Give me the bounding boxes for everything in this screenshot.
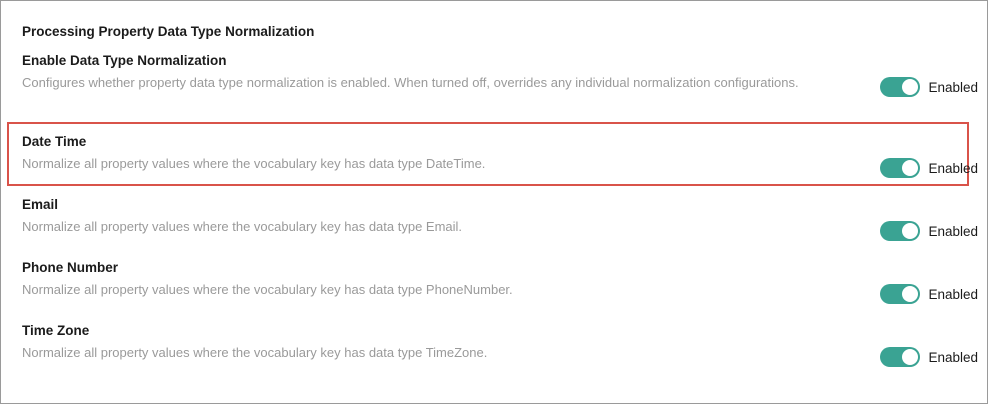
- email-toggle[interactable]: Enabled: [880, 221, 978, 241]
- toggle-knob: [902, 223, 919, 239]
- toggle-switch[interactable]: [880, 158, 921, 178]
- toggle-switch[interactable]: [880, 77, 921, 97]
- toggle-state-label: Enabled: [928, 160, 978, 176]
- toggle-state-label: Enabled: [928, 286, 978, 302]
- setting-date-time: Date Time Normalize all property values …: [22, 133, 967, 173]
- setting-title: Date Time: [22, 134, 87, 149]
- toggle-switch[interactable]: [880, 347, 921, 367]
- enable-normalization-toggle[interactable]: Enabled: [880, 77, 978, 97]
- setting-description: Normalize all property values where the …: [22, 282, 513, 297]
- setting-phone-number: Phone Number Normalize all property valu…: [22, 259, 967, 299]
- setting-title: Enable Data Type Normalization: [22, 53, 227, 68]
- time-zone-toggle[interactable]: Enabled: [880, 347, 978, 367]
- section-title: Processing Property Data Type Normalizat…: [22, 24, 315, 39]
- toggle-knob: [902, 160, 919, 176]
- setting-title: Phone Number: [22, 260, 119, 275]
- setting-email: Email Normalize all property values wher…: [22, 196, 967, 236]
- setting-description: Normalize all property values where the …: [22, 219, 463, 234]
- toggle-knob: [902, 286, 919, 302]
- toggle-switch[interactable]: [880, 221, 921, 241]
- toggle-switch[interactable]: [880, 284, 921, 304]
- setting-description: Configures whether property data type no…: [22, 75, 799, 90]
- setting-title: Email: [22, 197, 59, 212]
- setting-description: Normalize all property values where the …: [22, 345, 488, 360]
- setting-time-zone: Time Zone Normalize all property values …: [22, 322, 967, 362]
- setting-description: Normalize all property values where the …: [22, 156, 486, 171]
- toggle-knob: [902, 349, 919, 365]
- toggle-state-label: Enabled: [928, 349, 978, 365]
- date-time-toggle[interactable]: Enabled: [880, 158, 978, 178]
- settings-panel: Processing Property Data Type Normalizat…: [0, 0, 988, 404]
- setting-enable-normalization: Enable Data Type Normalization Configure…: [22, 52, 967, 92]
- toggle-state-label: Enabled: [928, 223, 978, 239]
- toggle-knob: [902, 79, 919, 95]
- phone-number-toggle[interactable]: Enabled: [880, 284, 978, 304]
- toggle-state-label: Enabled: [928, 79, 978, 95]
- setting-title: Time Zone: [22, 323, 90, 338]
